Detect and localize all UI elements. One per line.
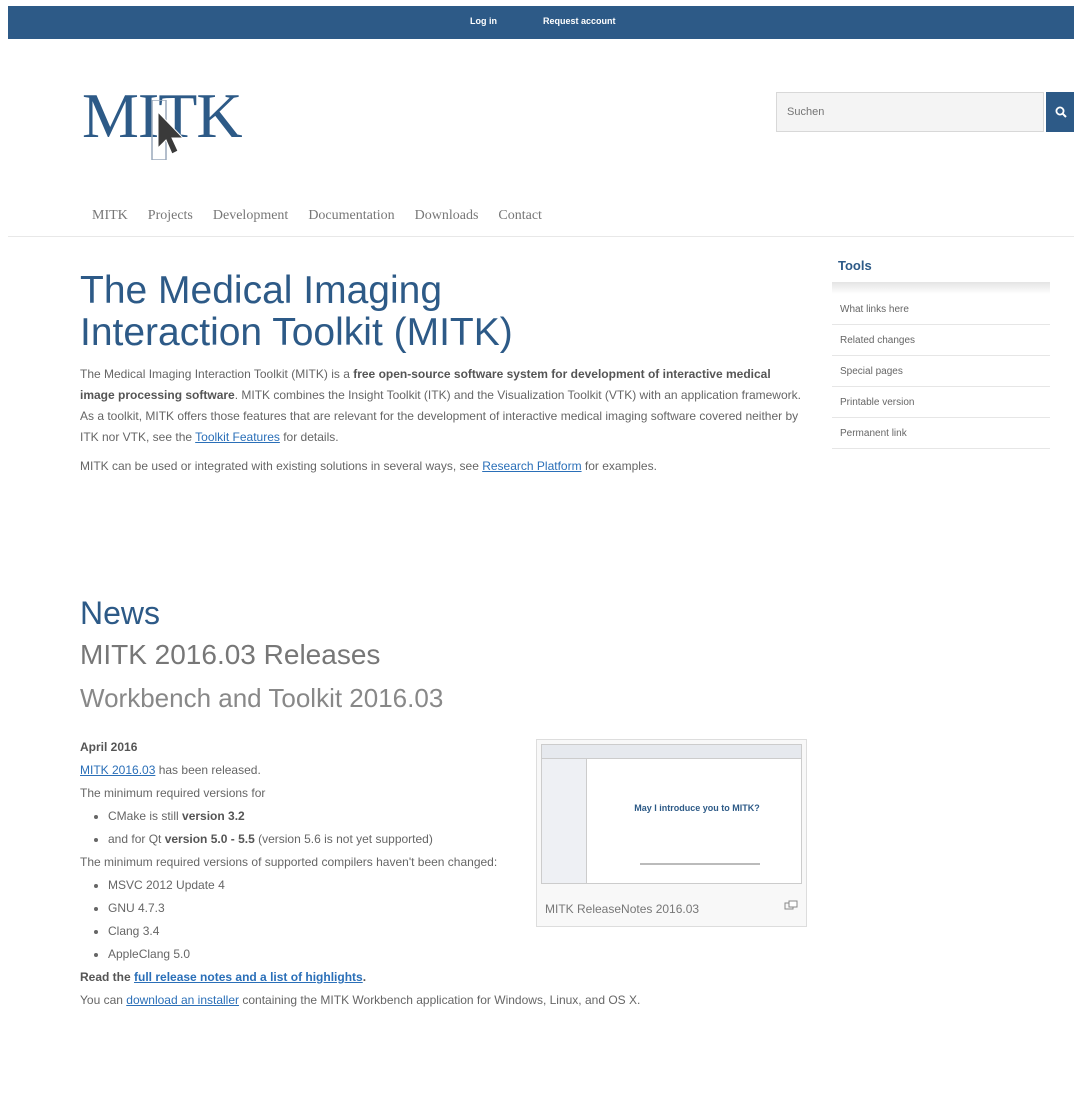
request-account-link[interactable]: Request account — [543, 16, 616, 26]
nav-item-mitk[interactable]: MITK — [92, 208, 128, 223]
released-line: MITK 2016.03 has been released. — [80, 759, 510, 782]
read-end: . — [362, 970, 367, 984]
tools-divider — [832, 282, 1050, 294]
usage-text: MITK can be used or integrated with exis… — [80, 459, 483, 473]
req-text: CMake is still — [108, 809, 183, 823]
tools-item-printable-version[interactable]: Printable version — [832, 387, 1050, 418]
tools-item-what-links-here[interactable]: What links here — [832, 294, 1050, 325]
req-note: (version 5.6 is not yet supported) — [254, 832, 433, 846]
release-notes-link[interactable]: full release notes and a list of highlig… — [134, 970, 363, 984]
thumbnail-header — [542, 745, 801, 759]
thumbnail-image[interactable]: May I introduce you to MITK? — [541, 744, 802, 884]
nav-item-contact[interactable]: Contact — [498, 208, 542, 223]
research-platform-link[interactable]: Research Platform — [482, 459, 581, 473]
list-item: CMake is still version 3.2 — [108, 805, 510, 828]
list-item: Clang 3.4 — [108, 920, 510, 943]
search-input[interactable] — [776, 92, 1044, 132]
nav-item-downloads[interactable]: Downloads — [415, 208, 479, 223]
search-button[interactable] — [1046, 92, 1074, 132]
tools-item-related-changes[interactable]: Related changes — [832, 325, 1050, 356]
release-heading: MITK 2016.03 Releases — [80, 639, 381, 670]
thumbnail-progress-bar — [640, 863, 760, 865]
intro-paragraph: The Medical Imaging Interaction Toolkit … — [80, 364, 805, 448]
toolkit-features-link[interactable]: Toolkit Features — [195, 430, 280, 444]
main-content: The Medical Imaging Interaction Toolkit … — [80, 270, 805, 477]
req-version: version 5.0 - 5.5 — [164, 832, 255, 846]
download-installer-link[interactable]: download an installer — [126, 993, 239, 1007]
released-text: has been released. — [155, 763, 261, 777]
release-date: April 2016 — [80, 740, 138, 754]
release-notes: April 2016 MITK 2016.03 has been release… — [80, 736, 640, 1012]
page-title: The Medical Imaging Interaction Toolkit … — [80, 269, 513, 354]
requirements-list: CMake is still version 3.2 and for Qt ve… — [80, 805, 510, 851]
nav-item-development[interactable]: Development — [213, 208, 288, 223]
enlarge-icon[interactable] — [784, 900, 798, 910]
top-bar: Log in Request account — [8, 6, 1074, 39]
tools-item-special-pages[interactable]: Special pages — [832, 356, 1050, 387]
main-nav: MITK Projects Development Documentation Down… — [92, 206, 562, 226]
compilers-text: The minimum required versions of support… — [80, 855, 498, 869]
release-subheading: Workbench and Toolkit 2016.03 — [80, 683, 444, 713]
download-line: You can download an installer containing… — [80, 989, 640, 1012]
tools-item-permanent-link[interactable]: Permanent link — [832, 418, 1050, 449]
read-text: Read the — [80, 970, 135, 984]
nav-item-documentation[interactable]: Documentation — [308, 208, 394, 223]
intro-text: The Medical Imaging Interaction Toolkit … — [80, 367, 354, 381]
list-item: MSVC 2012 Update 4 — [108, 874, 510, 897]
nav-divider — [8, 236, 1074, 237]
thumbnail-caption: MITK ReleaseNotes 2016.03 — [545, 902, 700, 916]
tools-heading: Tools — [838, 258, 872, 273]
search-icon — [1055, 106, 1067, 118]
usage-text: for examples. — [581, 459, 657, 473]
login-link[interactable]: Log in — [470, 16, 497, 26]
list-item: AppleClang 5.0 — [108, 943, 510, 966]
usage-paragraph: MITK can be used or integrated with exis… — [80, 456, 805, 477]
min-req-text: The minimum required versions for — [80, 786, 266, 800]
mitk-logo[interactable]: MITK — [82, 80, 272, 165]
list-item: GNU 4.7.3 — [108, 897, 510, 920]
thumbnail-sidebar — [542, 759, 587, 883]
req-version: version 3.2 — [182, 809, 245, 823]
nav-item-projects[interactable]: Projects — [148, 208, 193, 223]
read-line: Read the full release notes and a list o… — [80, 966, 510, 989]
req-text: and for Qt — [108, 832, 165, 846]
download-text: You can — [80, 993, 127, 1007]
tools-sidebar: Tools What links here Related changes Sp… — [832, 258, 1050, 449]
download-text: containing the MITK Workbench applicatio… — [239, 993, 641, 1007]
news-heading: News — [80, 595, 161, 631]
thumbnail-slide-text: May I introduce you to MITK? — [634, 803, 760, 813]
list-item: and for Qt version 5.0 - 5.5 (version 5.… — [108, 828, 510, 851]
mitk-2016-03-link[interactable]: MITK 2016.03 — [80, 763, 155, 777]
intro-text: for details. — [279, 430, 339, 444]
cursor-icon — [151, 100, 185, 160]
news-section: News MITK 2016.03 Releases Workbench and… — [80, 593, 443, 719]
video-thumbnail[interactable]: May I introduce you to MITK? MITK Releas… — [536, 739, 807, 927]
compilers-list: MSVC 2012 Update 4 GNU 4.7.3 Clang 3.4 A… — [80, 874, 510, 966]
